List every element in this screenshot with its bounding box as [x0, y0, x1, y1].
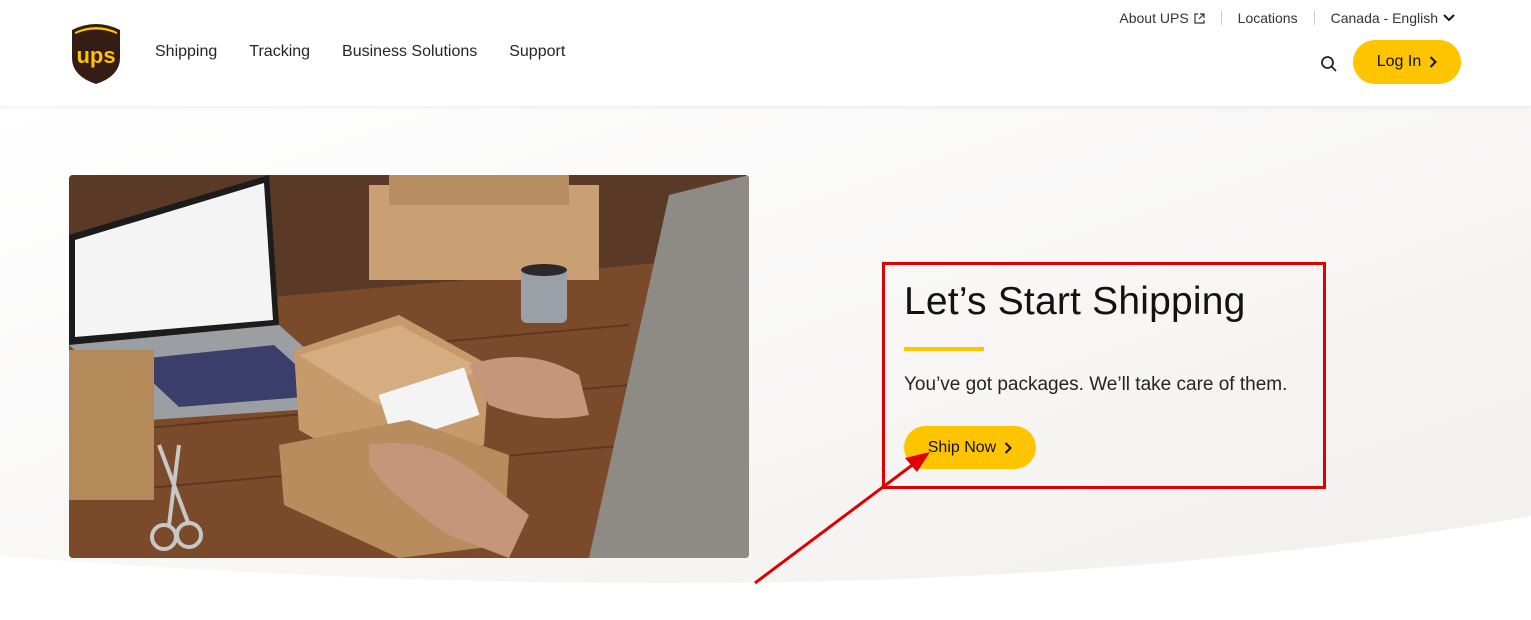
ups-logo[interactable]: ups — [68, 20, 124, 86]
divider — [1313, 11, 1315, 25]
locations-link[interactable]: Locations — [1238, 10, 1298, 26]
nav-business-solutions[interactable]: Business Solutions — [342, 43, 477, 61]
locale-label: Canada - English — [1330, 10, 1438, 26]
about-ups-link[interactable]: About UPS — [1119, 10, 1205, 26]
external-link-icon — [1194, 12, 1205, 24]
svg-text:ups: ups — [76, 43, 115, 68]
chevron-down-icon — [1443, 14, 1455, 22]
about-ups-label: About UPS — [1119, 10, 1189, 26]
hero-image — [69, 175, 749, 558]
nav-support[interactable]: Support — [509, 43, 565, 61]
locale-selector[interactable]: Canada - English — [1331, 10, 1455, 26]
nav-shipping[interactable]: Shipping — [155, 43, 217, 61]
site-header: ups Shipping Tracking Business Solutions… — [0, 0, 1531, 106]
divider — [1220, 11, 1222, 25]
utility-nav: About UPS Locations Canada - English — [1119, 10, 1455, 26]
nav-tracking[interactable]: Tracking — [249, 43, 310, 61]
login-button[interactable]: Log In — [1353, 40, 1461, 84]
highlight-box — [882, 262, 1326, 489]
main-nav: Shipping Tracking Business Solutions Sup… — [155, 43, 565, 61]
search-icon[interactable] — [1320, 55, 1338, 73]
login-label: Log In — [1376, 53, 1422, 70]
chevron-right-icon — [1430, 56, 1438, 68]
